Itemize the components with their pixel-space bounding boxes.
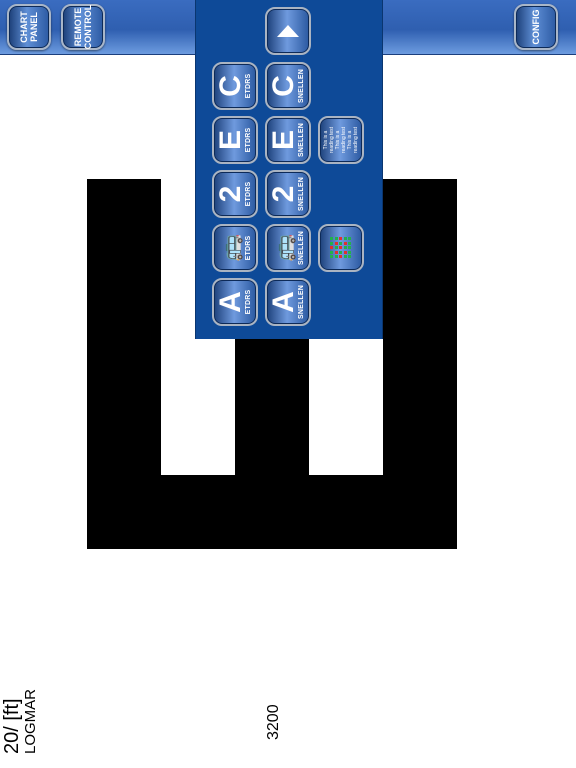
remote-control-button[interactable]: REMOTE CONTROL	[61, 4, 105, 50]
chart-2-snellen-button[interactable]: 2 SNELLEN	[265, 170, 311, 218]
glyph-2: 2	[214, 185, 247, 203]
bus-icon: 🚌	[218, 234, 243, 262]
color-dot-grid-icon	[330, 237, 352, 259]
chart-a-snellen-button[interactable]: A SNELLEN	[265, 278, 311, 326]
chart-e-etdrs-button[interactable]: E ETDRS	[212, 116, 258, 164]
glyph-e: E	[267, 129, 300, 151]
chart-c-snellen-button[interactable]: C SNELLEN	[265, 62, 311, 110]
glyph-c: C	[214, 75, 247, 97]
chart-e-snellen-button[interactable]: E SNELLEN	[265, 116, 311, 164]
remote-control-label: REMOTE CONTROL	[73, 4, 93, 50]
config-label: CONFIG	[531, 9, 541, 45]
up-arrow-icon	[277, 25, 299, 37]
chart-c-etdrs-button[interactable]: C ETDRS	[212, 62, 258, 110]
etdrs-label: ETDRS	[245, 289, 252, 315]
snellen-label: SNELLEN	[298, 68, 305, 104]
chart-a-etdrs-button[interactable]: A ETDRS	[212, 278, 258, 326]
bus-icon: 🚌	[271, 234, 296, 262]
snellen-label: SNELLEN	[298, 230, 305, 266]
etdrs-label: ETDRS	[245, 127, 252, 153]
reading-test-text: This is a reading test This is a reading…	[323, 126, 359, 154]
optotype-stroke-bottom	[383, 179, 457, 549]
chart-panel: C ETDRS C SNELLEN E ETDRS E SNELLEN This is …	[195, 0, 383, 339]
chart-picture-snellen-button[interactable]: 🚌 SNELLEN	[265, 224, 311, 272]
reading-test-button[interactable]: This is a reading test This is a reading…	[318, 116, 364, 164]
config-button[interactable]: CONFIG	[514, 4, 558, 50]
chart-panel-button[interactable]: CHART PANEL	[7, 4, 51, 50]
snellen-label: SNELLEN	[298, 176, 305, 212]
chart-picture-etdrs-button[interactable]: 🚌 ETDRS	[212, 224, 258, 272]
glyph-e: E	[214, 129, 247, 151]
acuity-value: 3200	[265, 704, 282, 740]
chart-2-etdrs-button[interactable]: 2 ETDRS	[212, 170, 258, 218]
chart-panel-label: CHART PANEL	[19, 11, 39, 43]
etdrs-label: ETDRS	[245, 235, 252, 261]
optotype-stroke-middle	[235, 339, 309, 549]
panel-up-button[interactable]	[265, 7, 311, 55]
glyph-a: A	[267, 291, 300, 313]
glyph-2: 2	[267, 185, 300, 203]
scale-label: LOGMAR	[22, 688, 39, 754]
glyph-c: C	[267, 75, 300, 97]
snellen-label: SNELLEN	[298, 284, 305, 320]
acuity-unit: 20/ [ft]	[1, 698, 23, 754]
etdrs-label: ETDRS	[245, 73, 252, 99]
color-test-button[interactable]	[318, 224, 364, 272]
etdrs-label: ETDRS	[245, 181, 252, 207]
snellen-label: SNELLEN	[298, 122, 305, 158]
glyph-a: A	[214, 291, 247, 313]
